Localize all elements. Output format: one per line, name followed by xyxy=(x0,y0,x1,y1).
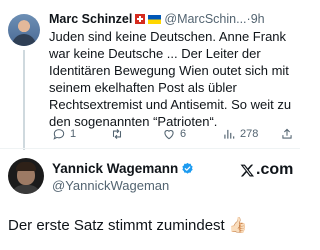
switzerland-flag-icon xyxy=(135,14,146,24)
main-author-name-text: Yannick Wagemann xyxy=(52,161,179,176)
reply-author-name[interactable]: Marc Schinzel xyxy=(49,12,132,26)
like-button[interactable]: 6 xyxy=(162,126,186,142)
avatar-body xyxy=(11,185,41,194)
reply-text-line: war keine Deutsche ... Der Leiter der xyxy=(49,46,261,61)
avatar-shoulders xyxy=(12,34,36,46)
main-author-name[interactable]: Yannick Wagemann xyxy=(52,161,194,177)
avatar-hair xyxy=(16,162,36,171)
like-count: 6 xyxy=(180,128,187,140)
reply-timestamp[interactable]: 9h xyxy=(251,12,265,26)
marc-schinzel-avatar[interactable] xyxy=(8,14,40,46)
thread-connector-line xyxy=(23,50,25,150)
reply-action-bar: 1 6 278 xyxy=(52,126,297,142)
share-icon xyxy=(282,128,292,139)
views-chart-icon xyxy=(224,129,235,139)
main-tweet-text-content: Der erste Satz stimmt zumindest xyxy=(8,217,225,234)
views-button[interactable]: 278 xyxy=(222,126,258,142)
reply-author-handle[interactable]: @MarcSchin... xyxy=(164,12,246,26)
tweet-card: Marc Schinzel @MarcSchin...·9h Juden sind… xyxy=(0,0,300,250)
x-com-logo: .com xyxy=(240,160,293,180)
share-button[interactable] xyxy=(280,126,298,142)
retweet-button[interactable] xyxy=(110,126,128,142)
x-logo-icon xyxy=(240,164,254,176)
reply-icon xyxy=(53,129,65,140)
views-count: 278 xyxy=(240,128,259,140)
logo-suffix: .com xyxy=(256,161,294,178)
reply-tweet-header: Marc Schinzel @MarcSchin...·9h xyxy=(49,12,297,27)
reply-count: 1 xyxy=(70,128,77,140)
retweet-icon xyxy=(112,128,122,140)
ukraine-flag-icon xyxy=(148,15,162,24)
main-tweet-text: Der erste Satz stimmt zumindest 👍🏻 xyxy=(8,216,247,235)
verified-badge-icon xyxy=(182,162,193,174)
reply-tweet-text: Juden sind keine Deutschen. Anne Frank w… xyxy=(49,28,297,130)
yannick-wagemann-avatar[interactable] xyxy=(8,158,44,194)
reply-button[interactable]: 1 xyxy=(52,126,76,142)
tweet-divider xyxy=(0,148,300,149)
main-author-handle[interactable]: @YannickWageman xyxy=(52,178,169,194)
thumbs-up-emoji: 👍🏻 xyxy=(228,217,248,234)
reply-text-line: Identitären Bewegung Wien outet sich mit xyxy=(49,63,289,78)
reply-text-line: Juden sind keine Deutschen. Anne Frank xyxy=(49,29,287,44)
heart-icon xyxy=(164,130,174,140)
reply-text-line: Rechtsextremist und Antisemit. So weit z… xyxy=(49,97,292,112)
reply-text-line: seinem ekelhaften Post als übler xyxy=(49,80,237,95)
